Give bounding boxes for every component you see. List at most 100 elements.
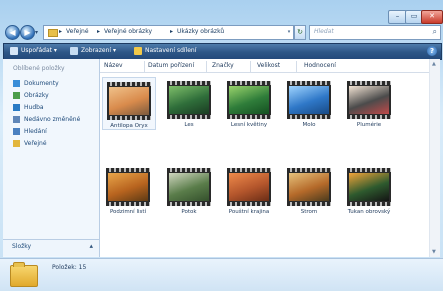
- sidebar-item-music[interactable]: Hudba: [13, 104, 44, 111]
- sidebar-item-public[interactable]: Veřejné: [13, 140, 47, 147]
- searches-icon: [13, 128, 20, 135]
- breadcrumb-ukazky-obrazku[interactable]: Ukázky obrázků: [177, 28, 224, 35]
- column-date-taken[interactable]: Datum pořízení: [148, 62, 194, 69]
- scroll-down-icon[interactable]: ▼: [432, 249, 436, 255]
- column-size[interactable]: Velikost: [257, 62, 280, 69]
- navigation-bar: ◀ ▶ ▾ ▸ Veřejné ▸ Veřejné obrázky ▸ Ukáz…: [3, 24, 441, 41]
- column-divider[interactable]: [250, 61, 251, 72]
- history-dropdown[interactable]: ▾: [35, 29, 38, 36]
- command-toolbar: Uspořádat ▾ Zobrazení ▾ Nastavení sdílen…: [3, 43, 442, 60]
- music-icon: [13, 104, 20, 111]
- file-name: Pouštní krajina: [228, 209, 270, 215]
- file-name: Tukan obrovský: [347, 209, 391, 215]
- file-thumbnail[interactable]: Les: [163, 77, 215, 128]
- image-thumbnail: [227, 81, 271, 119]
- organize-button[interactable]: Uspořádat ▾: [10, 46, 57, 56]
- search-input[interactable]: Hledat ⌕: [309, 25, 441, 40]
- photo-preview: [289, 173, 329, 201]
- photo-preview: [349, 86, 389, 114]
- documents-icon: [13, 80, 20, 87]
- sidebar-item-documents[interactable]: Dokumenty: [13, 80, 59, 87]
- file-thumbnail[interactable]: Strom: [283, 164, 335, 215]
- column-divider[interactable]: [206, 61, 207, 72]
- details-pane: Položek: 15: [0, 258, 443, 291]
- file-name: Strom: [300, 209, 318, 215]
- views-icon: [70, 46, 78, 55]
- folder-icon: [13, 140, 20, 147]
- photo-preview: [229, 86, 269, 114]
- file-thumbnail[interactable]: Tukan obrovský: [343, 164, 395, 215]
- file-thumbnail[interactable]: Molo: [283, 77, 335, 128]
- breadcrumb-verejne[interactable]: Veřejné: [66, 28, 89, 35]
- crumb-separator: ▸: [59, 28, 63, 35]
- photo-preview: [229, 173, 269, 201]
- image-thumbnail: [107, 82, 151, 120]
- column-divider[interactable]: [296, 61, 297, 72]
- image-thumbnail: [167, 168, 211, 206]
- file-name: Antilopa Oryx: [110, 123, 148, 129]
- folder-icon: [48, 29, 58, 37]
- close-button[interactable]: ✕: [421, 10, 443, 24]
- column-tags[interactable]: Značky: [212, 62, 234, 69]
- file-thumbnail[interactable]: Pouštní krajina: [223, 164, 275, 215]
- navigation-pane: Oblíbené položky Dokumenty Obrázky Hudba…: [3, 59, 100, 257]
- back-arrow-icon: ◀: [9, 28, 16, 37]
- forward-button[interactable]: ▶: [20, 25, 35, 40]
- image-thumbnail: [347, 168, 391, 206]
- favorites-title: Oblíbené položky: [13, 65, 65, 72]
- crumb-separator: ▸: [97, 28, 101, 35]
- column-rating[interactable]: Hodnocení: [304, 62, 336, 69]
- photo-preview: [169, 173, 209, 201]
- sidebar-item-searches[interactable]: Hledání: [13, 128, 47, 135]
- folder-icon: [10, 262, 38, 287]
- photo-preview: [109, 87, 149, 115]
- close-icon: ✕: [429, 12, 435, 20]
- item-count: Položek: 15: [52, 264, 87, 271]
- scroll-up-icon[interactable]: ▲: [432, 61, 436, 67]
- column-divider[interactable]: [144, 61, 145, 72]
- slideshow-button[interactable]: Nastavení sdílení: [134, 46, 196, 56]
- search-icon[interactable]: ⌕: [433, 27, 437, 37]
- file-thumbnail[interactable]: Podzimní listí: [102, 164, 154, 215]
- file-thumbnail[interactable]: Lesní květiny: [223, 77, 275, 128]
- file-name: Molo: [302, 122, 316, 128]
- image-thumbnail: [106, 168, 150, 206]
- back-button[interactable]: ◀: [5, 25, 20, 40]
- address-dropdown-button[interactable]: ▾: [285, 25, 294, 40]
- file-name: Potok: [181, 209, 197, 215]
- file-name: Les: [184, 122, 194, 128]
- sidebar-item-recent[interactable]: Nedávno změněné: [13, 116, 80, 123]
- file-list: Název Datum pořízení Značky Velikost Hod…: [100, 59, 440, 257]
- address-bar[interactable]: ▸ Veřejné ▸ Veřejné obrázky ▸ Ukázky obr…: [43, 25, 287, 40]
- image-thumbnail: [347, 81, 391, 119]
- forward-arrow-icon: ▶: [24, 28, 31, 37]
- file-thumbnail[interactable]: Plumérie: [343, 77, 395, 128]
- slideshow-icon: [134, 46, 142, 55]
- breadcrumb-verejne-obrazky[interactable]: Veřejné obrázky: [104, 28, 152, 35]
- crumb-separator: ▸: [170, 28, 174, 35]
- file-thumbnail[interactable]: Potok: [163, 164, 215, 215]
- photo-preview: [289, 86, 329, 114]
- explorer-window: – ▭ ✕ ◀ ▶ ▾ ▸ Veřejné ▸ Veřejné obrázky …: [0, 0, 443, 291]
- recent-icon: [13, 116, 20, 123]
- file-thumbnail[interactable]: Antilopa Oryx: [102, 77, 156, 130]
- image-thumbnail: [227, 168, 271, 206]
- photo-preview: [349, 173, 389, 201]
- column-name[interactable]: Název: [104, 62, 123, 69]
- maximize-icon: ▭: [410, 12, 418, 20]
- image-thumbnail: [287, 81, 331, 119]
- pictures-icon: [13, 92, 20, 99]
- sidebar-item-pictures[interactable]: Obrázky: [13, 92, 49, 99]
- views-button[interactable]: Zobrazení ▾: [70, 46, 116, 56]
- image-thumbnail: [167, 81, 211, 119]
- folders-toggle[interactable]: Složky ▴: [3, 239, 99, 256]
- minimize-icon: –: [395, 12, 400, 20]
- file-name: Podzimní listí: [109, 209, 147, 215]
- refresh-button[interactable]: ↻: [294, 25, 306, 40]
- column-headers: Název Datum pořízení Značky Velikost Hod…: [100, 61, 430, 73]
- photo-preview: [108, 173, 148, 201]
- vertical-scrollbar[interactable]: ▲ ▼: [429, 59, 440, 257]
- help-button[interactable]: ?: [427, 46, 437, 56]
- photo-preview: [169, 86, 209, 114]
- file-name: Plumérie: [356, 122, 382, 128]
